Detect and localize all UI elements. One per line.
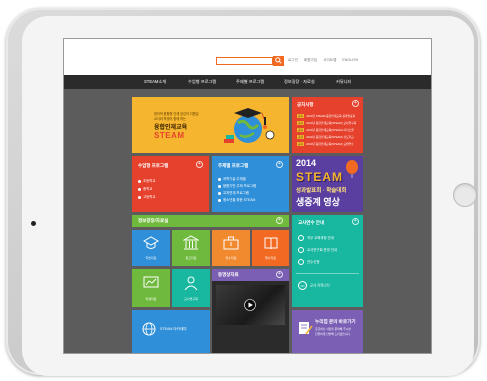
info-tile-teacher-club[interactable]: 교사연구회 [172,269,210,307]
class-program-item[interactable]: 고등학교 [138,194,155,199]
topic-program-item[interactable]: 청소년을 위한 STEAM [218,197,255,202]
globe-icon [142,322,156,336]
info-tile-reference[interactable]: 참고자료 [172,230,210,266]
check-icon [298,247,304,254]
teacher-training-title: 교사연수 안내 [298,220,325,225]
video-panel[interactable]: 동영상자료 + [212,269,289,353]
notice-badge: 공지 [297,121,305,125]
briefcase-icon [223,236,239,250]
class-program-title: 수업형 프로그램 [138,163,169,168]
promo-brand: STEAM [296,170,343,184]
video-title: 동영상자료 [218,272,239,277]
video-thumbnail[interactable] [216,285,285,325]
class-program-more-icon[interactable]: + [196,161,203,168]
banner-subtitle-2: 교사와 학생이 함께 하는 [154,117,186,121]
institution-icon [183,235,199,250]
user-group-icon [184,276,198,291]
home-button[interactable] [453,183,477,207]
promo-line1: 성과발표회 · 학술대회 [296,188,347,194]
topic-program-item[interactable]: 교과연계 프로그램 [218,190,249,195]
check-icon [298,259,304,266]
top-bar: 로그인 회원가입 사이트맵 ENGLISH [64,39,431,75]
notice-badge: 공지 [297,114,305,118]
nav-item-topic-program[interactable]: 주제별 프로그램 [236,79,264,85]
steam-academy-label: STEAM 아카데미 [160,327,187,331]
notice-item[interactable]: 공지 2014년 융합인재교육(STEAM) 리더스쿨 [297,128,354,132]
info-library-title: 정보광장/자료실 [138,218,169,223]
balloon-icon [346,160,358,178]
topic-program-item[interactable]: 과학기술 주제별 [218,176,246,181]
steam-academy-tile[interactable]: STEAM 아카데미 [132,310,210,353]
promo-livestream-banner[interactable]: 2014 STEAM 성과발표회 · 학술대회 생중계 영상 [292,156,363,212]
teacher-training-item[interactable]: ••• 교사 커뮤니티 [298,281,330,290]
play-icon[interactable] [244,299,256,311]
nav-item-community[interactable]: 커뮤니티 [336,79,351,85]
info-tile-training[interactable]: 연수자료 [212,230,250,266]
notice-title: 공지사항 [297,102,314,107]
utility-links: 로그인 회원가입 사이트맵 ENGLISH [288,58,363,63]
inquiry-title: 누리집 문의 바로가기 [315,319,356,324]
chart-board-icon [143,276,159,288]
class-program-item[interactable]: 중학교 [138,186,152,191]
english-link[interactable]: ENGLISH [342,58,358,62]
info-library-more-icon[interactable]: + [276,217,283,224]
login-link[interactable]: 로그인 [288,58,298,62]
promo-year: 2014 [296,158,317,168]
steam-banner[interactable]: 창의적 융합형 인재 양성의 지름길 교사와 학생이 함께 하는 융합인재교육 … [132,97,289,153]
sitemap-link[interactable]: 사이트맵 [323,58,336,62]
teacher-training-more-icon[interactable]: + [352,218,359,225]
tablet-screen: 로그인 회원가입 사이트맵 ENGLISH STEAM소개 수업형 프로그램 주… [63,38,432,354]
search-button[interactable] [273,56,284,66]
notice-badge: 공지 [297,135,305,139]
info-tile-learning[interactable]: 학습자료 [132,230,170,266]
topic-program-panel[interactable]: 주제별 프로그램 + 과학기술 주제별 융합기반 주제 프로그램 교과연계 프로… [212,156,289,212]
search-icon [275,57,282,64]
nav-item-class-program[interactable]: 수업형 프로그램 [188,79,216,85]
book-icon [264,237,278,250]
signup-link[interactable]: 회원가입 [304,58,317,62]
camera-dot [31,221,36,226]
teacher-training-item[interactable]: 직무 교육과정 안내 [298,235,334,242]
class-program-item[interactable]: 초등학교 [138,178,155,183]
inquiry-desc-1: 궁금하신 사항을 문의해 주시면 [315,327,351,331]
notice-panel: 공지사항 + 공지 2014년 STEAM 융합인재교육 성과발표회 공지 2014… [292,97,363,153]
main-content: 창의적 융합형 인재 양성의 지름길 교사와 학생이 함께 하는 융합인재교육 … [64,89,431,353]
topic-program-more-icon[interactable]: + [276,161,283,168]
graduation-cap-icon [143,236,159,249]
promo-line2: 생중계 영상 [296,197,340,207]
nav-item-steam-intro[interactable]: STEAM소개 [144,79,166,85]
topic-program-title: 주제별 프로그램 [218,163,249,168]
notice-more-icon[interactable]: + [352,100,359,107]
info-library-header[interactable]: 정보광장/자료실 + [132,215,289,227]
notice-item[interactable]: 공지 2014년 융합인재교육(STEAM) 교원연수 [297,142,354,146]
inquiry-panel[interactable]: 누리집 문의 바로가기 궁금하신 사항을 문의해 주시면 친절하게 답변해 드리… [292,310,363,353]
topic-program-item[interactable]: 융합기반 주제 프로그램 [218,183,256,188]
notice-item[interactable]: 공지 2014년 융합인재교육(STEAM) 선도학교 [297,135,354,139]
nav-item-info-library[interactable]: 정보광장 · 자료실 [284,79,315,85]
document-pen-icon [299,322,313,335]
video-more-icon[interactable]: + [276,271,283,278]
divider [296,273,359,274]
notice-item[interactable]: 공지 2014년 융합인재교육(STEAM) 교사연구회 [297,121,356,125]
teacher-training-panel[interactable]: 교사연수 안내 + 직무 교육과정 안내 교사연구회 운영 안내 연수신청 ••… [292,215,363,307]
search-input[interactable] [216,57,273,65]
banner-brand: STEAM [154,131,185,140]
main-nav: STEAM소개 수업형 프로그램 주제별 프로그램 정보광장 · 자료실 커뮤니… [64,75,431,89]
info-tile-events[interactable]: 행사자료 [252,230,289,266]
inquiry-desc-2: 친절하게 답변해 드리겠습니다. [315,332,351,336]
chat-icon: ••• [298,281,307,290]
notice-badge: 공지 [297,142,305,146]
teacher-training-item[interactable]: 연수신청 [298,259,319,266]
notice-badge: 공지 [297,128,305,132]
teacher-training-item[interactable]: 교사연구회 운영 안내 [298,247,337,254]
notice-item[interactable]: 공지 2014년 STEAM 융합인재교육 성과발표회 [297,114,355,118]
globe-illustration-icon [224,108,275,143]
info-tile-students[interactable]: 학생자료 [132,269,170,307]
check-icon [298,235,304,242]
class-program-panel[interactable]: 수업형 프로그램 + 초등학교 중학교 고등학교 [132,156,209,212]
banner-title: 융합인재교육 [154,125,188,131]
